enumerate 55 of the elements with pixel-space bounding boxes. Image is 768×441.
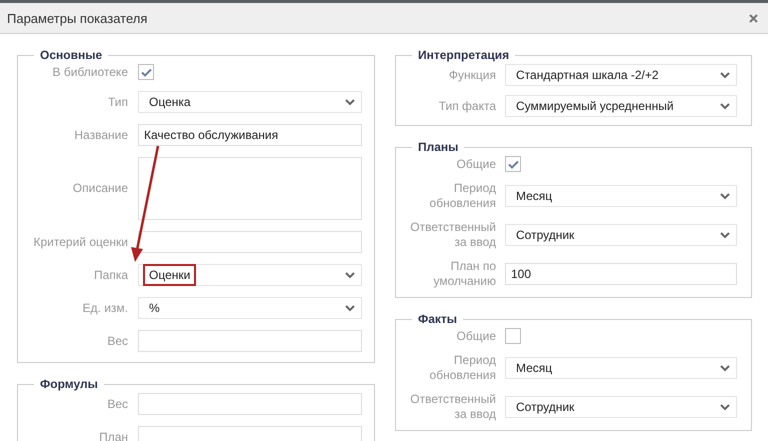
field-label: Вес [106, 334, 128, 348]
text-field[interactable]: Качество обслуживания [138, 124, 362, 146]
dropdown[interactable]: Оценки [138, 264, 362, 286]
section-title: Планы [417, 140, 460, 154]
close-icon[interactable] [749, 14, 758, 22]
chevron-down-icon [720, 364, 730, 372]
chevron-down-icon [720, 404, 730, 410]
dropdown[interactable]: Месяц [505, 185, 737, 207]
checkmark-icon [508, 160, 518, 168]
checkbox[interactable] [505, 156, 521, 172]
chevron-down-icon [720, 72, 730, 78]
chevron-down-icon [720, 102, 730, 110]
field-label: Папка [93, 268, 128, 282]
text-field[interactable] [138, 231, 362, 253]
text-area[interactable] [138, 157, 362, 220]
chevron-down-icon [720, 192, 730, 200]
field-label: Ед. изм. [82, 300, 128, 316]
field-label: Ответственный за ввод [409, 392, 496, 422]
field-label: Вес [106, 396, 128, 412]
field-label: Общие [456, 156, 496, 172]
field-label: Тип факта [438, 98, 496, 114]
dropdown[interactable]: Суммируемый усредненный [505, 95, 737, 117]
field-label: Тип [106, 94, 128, 110]
field-label: Критерий оценки [32, 234, 128, 250]
field-label: Описание [72, 181, 128, 196]
field-label: Название [73, 128, 128, 142]
field-label: Период обновления [428, 181, 496, 211]
chevron-down-icon [345, 304, 355, 312]
field-label: Общие [456, 328, 496, 344]
text-field[interactable] [138, 393, 362, 415]
checkbox[interactable] [138, 64, 154, 80]
text-field[interactable]: 100 [505, 263, 737, 285]
field-label: План [98, 430, 128, 441]
field-label: Функция [448, 68, 496, 82]
field-label: Период обновления [428, 353, 496, 383]
chevron-down-icon [720, 232, 730, 238]
dropdown[interactable]: Сотрудник [505, 396, 737, 418]
section-title: Формулы [39, 377, 99, 391]
field-label: План по умолчанию [432, 259, 496, 289]
section-title: Факты [417, 312, 458, 326]
dropdown[interactable]: Оценка [138, 91, 362, 113]
dropdown[interactable]: % [138, 297, 362, 319]
window-title: Параметры показателя [7, 10, 148, 26]
dropdown[interactable]: Месяц [505, 357, 737, 379]
field-label: В библиотеке [52, 64, 128, 80]
checkmark-icon [140, 68, 152, 76]
dropdown[interactable]: Сотрудник [505, 224, 737, 246]
checkbox[interactable] [505, 328, 521, 344]
section-title: Интерпретация [417, 48, 510, 62]
chevron-down-icon [345, 98, 355, 106]
text-field[interactable] [138, 330, 362, 352]
field-label: Ответственный за ввод [409, 220, 496, 250]
dropdown[interactable]: Стандартная шкала -2/+2 [505, 64, 737, 86]
section-title: Основные [39, 48, 104, 62]
chevron-down-icon [345, 272, 355, 278]
